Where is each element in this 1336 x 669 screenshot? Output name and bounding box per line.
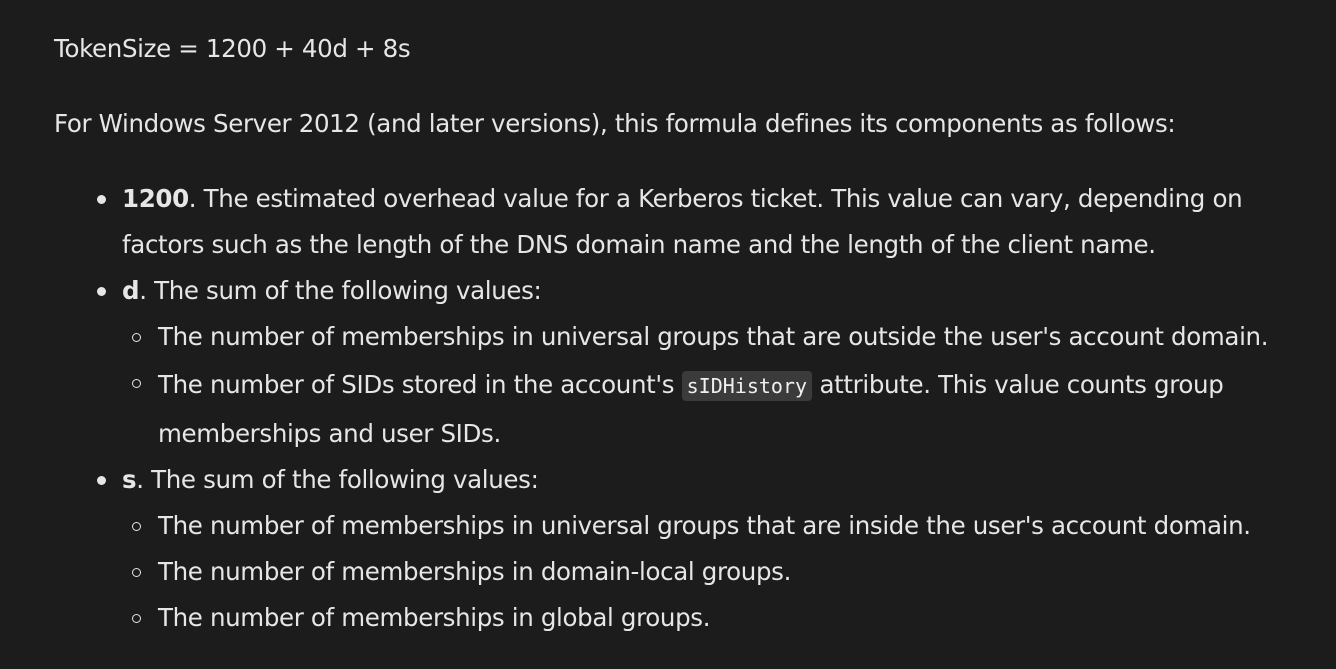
sublist-item-text-after: attribute. This value counts group	[812, 370, 1224, 399]
bullet-circle-icon	[132, 614, 141, 623]
list-item-d: d. The sum of the following values: The …	[54, 268, 1336, 457]
sublist-item-text: The number of memberships in universal g…	[158, 511, 1251, 540]
sublist-item-text: The number of memberships in global grou…	[158, 603, 711, 632]
sublist-item: The number of memberships in universal g…	[122, 314, 1336, 360]
item-1200-text-continued: factors such as the length of the DNS do…	[122, 230, 1156, 259]
list-item-s: s. The sum of the following values: The …	[54, 457, 1336, 641]
components-list: 1200. The estimated overhead value for a…	[54, 176, 1336, 641]
token-size-formula: TokenSize = 1200 + 40d + 8s	[54, 34, 411, 63]
term-1200: 1200	[122, 184, 189, 213]
bullet-disc-icon	[97, 195, 106, 204]
sublist-item-text: The number of memberships in domain-loca…	[158, 557, 792, 586]
list-item-1200: 1200. The estimated overhead value for a…	[54, 176, 1336, 268]
item-s-text: . The sum of the following values:	[136, 465, 539, 494]
sublist-item-text: The number of SIDs stored in the account…	[158, 370, 682, 399]
bullet-circle-icon	[132, 333, 141, 342]
bullet-disc-icon	[97, 287, 106, 296]
sublist-item: The number of memberships in universal g…	[122, 503, 1336, 549]
item-d-text: . The sum of the following values:	[139, 276, 542, 305]
s-sublist: The number of memberships in universal g…	[122, 503, 1336, 641]
document-page: TokenSize = 1200 + 40d + 8s For Windows …	[0, 0, 1336, 669]
sublist-item: The number of memberships in domain-loca…	[122, 549, 1336, 595]
term-d: d	[122, 276, 140, 305]
inline-code-sidhistory: sIDHistory	[681, 371, 813, 401]
item-1200-text: . The estimated overhead value for a Ker…	[188, 184, 1243, 213]
bullet-circle-icon	[132, 379, 141, 388]
sublist-item-text-continued: memberships and user SIDs.	[158, 419, 501, 448]
bullet-disc-icon	[97, 476, 106, 485]
bullet-circle-icon	[132, 522, 141, 531]
term-s: s	[122, 465, 137, 494]
sublist-item: The number of memberships in global grou…	[122, 595, 1336, 641]
sublist-item: The number of SIDs stored in the account…	[122, 360, 1336, 457]
bullet-circle-icon	[132, 568, 141, 577]
sublist-item-text: The number of memberships in universal g…	[158, 322, 1269, 351]
d-sublist: The number of memberships in universal g…	[122, 314, 1336, 457]
intro-paragraph: For Windows Server 2012 (and later versi…	[54, 109, 1176, 138]
